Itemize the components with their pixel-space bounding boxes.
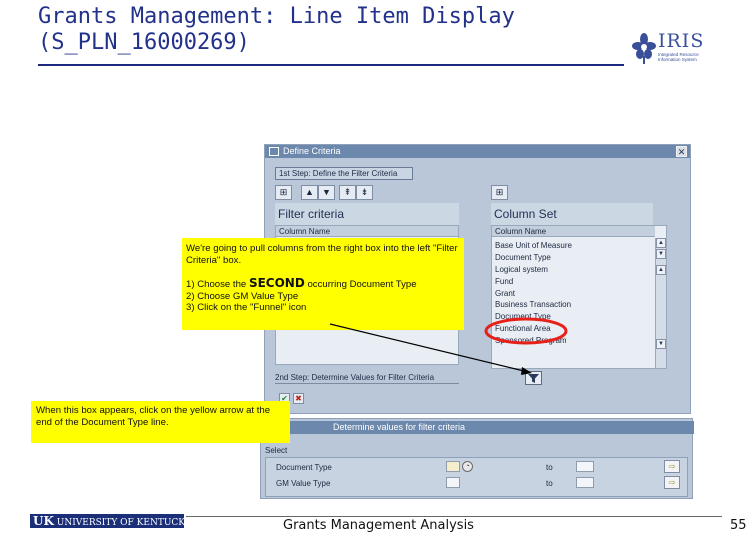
instruction-note-columns: We're going to pull columns from the rig… [182,238,464,330]
grid-icon: ⊞ [279,187,288,197]
list-item[interactable]: Business Transaction [492,299,655,311]
page-number: 55 [730,518,747,533]
list-item[interactable]: Document Type [492,252,655,264]
note-step-1: 1) Choose the SECOND occurring Document … [186,276,460,291]
slide-title-line2: (S_PLN_16000269) [38,30,250,55]
step2-label: 2nd Step: Determine Values for Filter Cr… [275,371,459,384]
note-intro: We're going to pull columns from the rig… [186,243,458,266]
iris-flower-icon [632,33,656,64]
scroll-down-icon[interactable]: ▼ [656,339,666,349]
window-icon [269,147,279,156]
document-type-to-field[interactable] [576,461,594,472]
iris-subtitle: Integrated Resource Information System [658,52,699,62]
move-top-button[interactable]: ▲ [301,185,318,200]
footer-text: Grants Management Analysis [283,518,474,533]
funnel-button[interactable] [525,371,542,385]
gm-value-type-multiple-selection-button[interactable]: ⇨ [664,476,680,489]
list-item[interactable]: Sponsored Program [492,335,655,347]
column-set-items: Base Unit of Measure Document Type Logic… [492,240,655,347]
scroll-down-icon[interactable]: ▼ [656,249,666,259]
scroll-up-icon[interactable]: ▲ [656,238,666,248]
document-type-label: Document Type [276,463,332,472]
list-item[interactable]: Logical system [492,264,655,276]
column-set-header: Column Name [492,226,655,237]
yellow-arrow-icon: ⇨ [668,478,676,487]
filter-values-title: Determine values for filter criteria [261,421,694,434]
slide-title-line1: Grants Management: Line Item Display [38,4,515,29]
footer-divider [186,516,722,517]
to-label: to [546,463,553,472]
page-up-button[interactable]: ⇞ [339,185,356,200]
double-down-icon: ⇟ [360,187,369,197]
gm-value-type-label: GM Value Type [276,479,331,488]
grid-icon: ⊞ [495,187,504,197]
list-item-document-type-second[interactable]: Document Type [492,311,655,323]
funnel-icon [528,374,539,383]
double-up-icon: ⇞ [343,187,352,197]
list-item[interactable]: Fund [492,276,655,288]
iris-wordmark: IRIS [658,30,705,52]
selection-fields: Document Type ◔ to ⇨ GM Value Type to ⇨ [265,457,688,497]
page-down-button[interactable]: ⇟ [356,185,373,200]
note-steps: 1) Choose the SECOND occurring Document … [186,276,460,314]
value-help-icon[interactable]: ◔ [462,461,473,472]
column-set-title: Column Set [491,203,653,225]
gm-value-type-from-field[interactable] [446,477,460,488]
arrow-down-icon: ▲ [322,188,331,198]
cancel-icon[interactable]: ✖ [293,393,304,404]
instruction-note-yellow-arrow: When this box appears, click on the yell… [31,401,290,443]
dialog-close-button[interactable]: ✕ [676,146,687,157]
column-set-scrollbar[interactable]: ▲ ▼ ▲ ▼ [655,238,666,368]
column-select-all-button[interactable]: ⊞ [491,185,508,200]
document-type-multiple-selection-button[interactable]: ⇨ [664,460,680,473]
step1-label: 1st Step: Define the Filter Criteria [275,167,413,180]
uk-logo: UK UNIVERSITY OF KENTUCKY [30,514,184,528]
iris-logo: IRIS Integrated Resource Information Sys… [630,30,710,66]
note-step-1-suffix: occurring Document Type [304,279,417,290]
list-item[interactable]: Grant [492,288,655,300]
list-item[interactable]: Base Unit of Measure [492,240,655,252]
filter-column-header: Column Name [276,226,458,237]
note-step-3: 3) Click on the "Funnel" icon [186,302,307,313]
note-step-1-emphasis: SECOND [248,276,305,290]
scroll-up-icon[interactable]: ▲ [656,265,666,275]
uk-logo-text: UNIVERSITY OF KENTUCKY [56,518,184,528]
dialog-title: Define Criteria [283,146,341,156]
yellow-arrow-icon: ⇨ [668,462,676,471]
move-down-button[interactable]: ▲ [318,185,335,200]
tab-select[interactable]: Select [265,445,305,456]
note-step-1-prefix: 1) Choose the [186,279,249,290]
arrow-up-icon: ▲ [305,187,314,197]
filter-select-all-button[interactable]: ⊞ [275,185,292,200]
note-step-2: 2) Choose GM Value Type [186,290,299,302]
title-underline [38,64,624,66]
dialog-titlebar: Define Criteria ✕ [265,145,690,158]
document-type-from-field[interactable] [446,461,460,472]
slide-title: Grants Management: Line Item Display (S_… [38,4,638,56]
column-set-list[interactable]: Column Name Base Unit of Measure Documen… [491,225,667,369]
filter-criteria-title: Filter criteria [275,203,459,225]
filter-values-dialog: Determine values for filter criteria Sel… [260,418,694,499]
to-label: to [546,479,553,488]
list-item[interactable]: Functional Area [492,323,655,335]
uk-logo-prefix: UK [33,514,54,528]
gm-value-type-to-field[interactable] [576,477,594,488]
